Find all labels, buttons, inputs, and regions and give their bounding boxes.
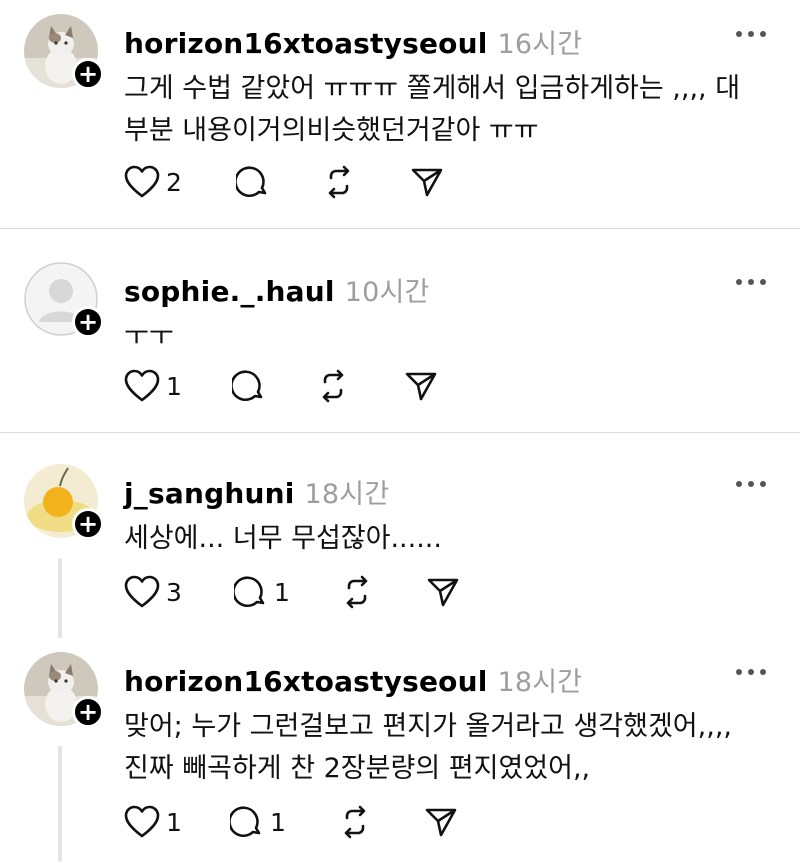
share-button[interactable]: [404, 366, 438, 406]
more-icon[interactable]: [736, 276, 766, 288]
like-count: 1: [166, 371, 182, 401]
repost-icon: [322, 369, 344, 403]
username[interactable]: horizon16xtoastyseoul 18시간: [124, 660, 582, 699]
like-count: 3: [166, 577, 182, 607]
like-button[interactable]: 1: [124, 802, 182, 842]
heart-icon: [124, 165, 160, 198]
timestamp: 18시간: [497, 667, 583, 698]
repost-button[interactable]: [340, 572, 374, 612]
username[interactable]: horizon16xtoastyseoul 16시간: [124, 22, 582, 61]
username[interactable]: sophie._.haul 10시간: [124, 270, 430, 309]
send-icon: [411, 168, 443, 197]
post-text: ㅜㅜ: [124, 321, 174, 352]
heart-icon: [124, 369, 160, 402]
share-button[interactable]: [426, 572, 460, 612]
comment-icon: [230, 806, 261, 837]
timestamp: 16시간: [497, 29, 583, 60]
action-bar: 2: [124, 162, 544, 202]
follow-plus-icon[interactable]: +: [72, 58, 104, 90]
divider: [0, 432, 800, 433]
divider: [0, 228, 800, 229]
send-icon: [425, 808, 457, 837]
thread-line: [58, 558, 62, 638]
thread-line: [58, 746, 62, 862]
repost-button[interactable]: [322, 162, 356, 202]
reply-count: 1: [274, 577, 290, 607]
share-button[interactable]: [424, 802, 458, 842]
timestamp: 10시간: [344, 277, 430, 308]
reply-button[interactable]: [232, 366, 266, 406]
reply-count: 1: [270, 807, 286, 837]
repost-icon: [328, 165, 350, 199]
follow-plus-icon[interactable]: +: [72, 508, 104, 540]
reply-button[interactable]: [236, 162, 270, 202]
post-text: 세상에... 너무 무섭잖아......: [124, 523, 442, 554]
comment-icon: [234, 576, 265, 607]
follow-plus-icon[interactable]: +: [72, 696, 104, 728]
more-icon[interactable]: [736, 666, 766, 678]
username[interactable]: j_sanghuni 18시간: [124, 472, 389, 511]
action-bar: 3 1: [124, 572, 544, 612]
reply-button[interactable]: 1: [234, 572, 290, 612]
like-count: 2: [166, 167, 182, 197]
reply-button[interactable]: 1: [230, 802, 286, 842]
repost-icon: [344, 805, 366, 839]
like-button[interactable]: 3: [124, 572, 182, 612]
follow-plus-icon[interactable]: +: [72, 306, 104, 338]
post-text: 맞어; 누가 그런걸보고 편지가 올거라고 생각했겠어,,,, 진짜 빼곡하게 …: [124, 711, 732, 784]
more-icon[interactable]: [736, 478, 766, 490]
send-icon: [427, 578, 459, 607]
repost-button[interactable]: [316, 366, 350, 406]
like-button[interactable]: 1: [124, 366, 182, 406]
timestamp: 18시간: [304, 479, 390, 510]
action-bar: 1 1: [124, 802, 544, 842]
heart-icon: [124, 575, 160, 608]
comment-icon: [232, 370, 263, 401]
like-button[interactable]: 2: [124, 162, 182, 202]
like-count: 1: [166, 807, 182, 837]
repost-icon: [346, 575, 368, 609]
share-button[interactable]: [410, 162, 444, 202]
comment-icon: [236, 166, 267, 197]
post-text: 그게 수법 같았어 ㅠㅠㅠ 쫄게해서 입금하게하는 ,,,, 대 부분 내용이거…: [124, 73, 741, 146]
more-icon[interactable]: [736, 28, 766, 40]
heart-icon: [124, 805, 160, 838]
send-icon: [405, 372, 437, 401]
action-bar: 1: [124, 366, 544, 406]
repost-button[interactable]: [338, 802, 372, 842]
